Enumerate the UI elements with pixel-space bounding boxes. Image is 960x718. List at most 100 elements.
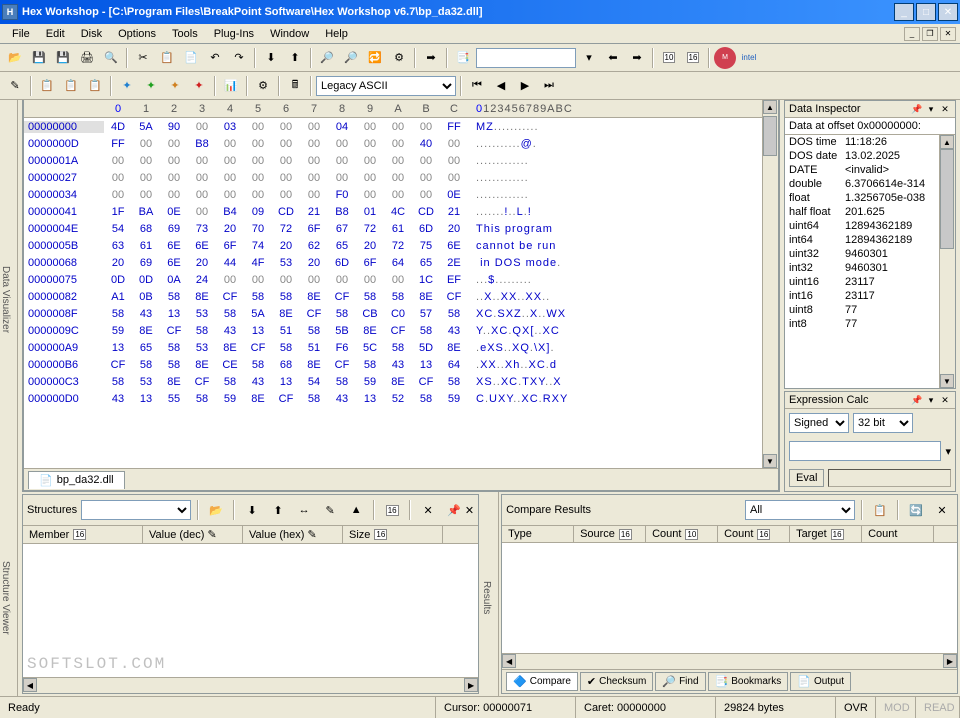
pin-icon[interactable]: 📌: [447, 504, 461, 517]
compare-col[interactable]: Count: [862, 526, 934, 542]
inspector-list[interactable]: DOS time11:18:26DOS date13.02.2025DATE<i…: [785, 135, 955, 388]
compare-col[interactable]: Target 16: [790, 526, 862, 542]
expr-input[interactable]: [789, 441, 941, 461]
inspector-row[interactable]: int6412894362189: [785, 233, 955, 247]
mdi-close-button[interactable]: ✕: [940, 27, 956, 41]
print-button[interactable]: 🖨: [76, 47, 98, 69]
scroll-up-button[interactable]: ▲: [763, 100, 777, 114]
copy-button[interactable]: 📋: [156, 47, 178, 69]
expr-sign-select[interactable]: Signed: [789, 413, 849, 433]
structure-viewer-tab[interactable]: Structure Viewer: [0, 492, 18, 696]
struct-hscroll[interactable]: ◀▶: [23, 677, 478, 693]
panel-close-button[interactable]: ✕: [465, 504, 474, 517]
replace-button[interactable]: 🔁: [364, 47, 386, 69]
compare-copy-button[interactable]: 📋: [869, 499, 891, 521]
menu-tools[interactable]: Tools: [164, 26, 206, 42]
hex-editor[interactable]: 0123456789ABC 0123456789ABC 000000004D5A…: [22, 100, 780, 492]
struct-col[interactable]: Value (hex) ✎: [243, 526, 343, 543]
expr-bits-select[interactable]: 32 bit: [853, 413, 913, 433]
results-tab-find[interactable]: 🔎 Find: [655, 672, 705, 691]
panel-menu-button[interactable]: ▾: [925, 394, 937, 406]
nav-last-button[interactable]: ⏭: [538, 75, 560, 97]
results-tab-compare[interactable]: 🔷 Compare: [506, 672, 578, 691]
hex-row[interactable]: 0000005B63616E6E6F742062652072756Ecannot…: [24, 237, 762, 254]
nav-next-button[interactable]: ▶: [514, 75, 536, 97]
hex-row[interactable]: 0000004E546869732070726F6772616D20This p…: [24, 220, 762, 237]
save-button[interactable]: 💾: [28, 47, 50, 69]
preview-button[interactable]: 🔍: [100, 47, 122, 69]
hex-row[interactable]: 000000750D0D0A24000000000000001CEF...$..…: [24, 271, 762, 288]
hex-body[interactable]: 000000004D5A90000300000004000000FFMZ....…: [24, 118, 762, 468]
struct-d-button[interactable]: ✎: [319, 499, 341, 521]
mdi-restore-button[interactable]: ❐: [922, 27, 938, 41]
scroll-down-button[interactable]: ▼: [940, 374, 954, 388]
copy-text-button[interactable]: 📋: [60, 75, 82, 97]
hex-row[interactable]: 0000006820696E20444F53206D6F64652E in DO…: [24, 254, 762, 271]
tool-d-button[interactable]: 📑: [452, 47, 474, 69]
copy-c-button[interactable]: 📋: [84, 75, 106, 97]
hex-row[interactable]: 000000B6CF58588ECE58688ECF58431364.XX..X…: [24, 356, 762, 373]
hex-row[interactable]: 000000D043135558598ECF584313525859C.UXY.…: [24, 390, 762, 407]
inspector-row[interactable]: half float201.625: [785, 205, 955, 219]
inspector-row[interactable]: DOS date13.02.2025: [785, 149, 955, 163]
inspector-row[interactable]: uint1623117: [785, 275, 955, 289]
panel-close-button[interactable]: ✕: [939, 394, 951, 406]
tool-a-button[interactable]: ⬇: [260, 47, 282, 69]
pin-icon[interactable]: 📌: [911, 394, 923, 406]
cut-button[interactable]: ✂: [132, 47, 154, 69]
eval-button[interactable]: Eval: [789, 469, 824, 487]
hex-row[interactable]: 0000002700000000000000000000000000......…: [24, 169, 762, 186]
inspector-row[interactable]: DATE<invalid>: [785, 163, 955, 177]
hex-row[interactable]: 000000A9136558538ECF5851F65C585D8E.eXS..…: [24, 339, 762, 356]
hex-row[interactable]: 000000C358538ECF5843135458598ECF58XS..XC…: [24, 373, 762, 390]
nav-prev-button[interactable]: ◀: [490, 75, 512, 97]
minimize-button[interactable]: _: [894, 3, 914, 21]
hex-vscroll[interactable]: ▲ ▼: [762, 100, 778, 468]
panel-menu-button[interactable]: ▾: [925, 103, 937, 115]
saveall-button[interactable]: 💾: [52, 47, 74, 69]
op-d-button[interactable]: ✦: [188, 75, 210, 97]
opt-hex-button[interactable]: 16: [682, 47, 704, 69]
inspector-row[interactable]: int329460301: [785, 261, 955, 275]
encoding-select[interactable]: Legacy ASCII: [316, 76, 456, 96]
find-button[interactable]: 🔎: [316, 47, 338, 69]
inspector-row[interactable]: double6.3706614e-314: [785, 177, 955, 191]
close-button[interactable]: ✕: [938, 3, 958, 21]
compare-col[interactable]: Type: [502, 526, 574, 542]
compare-hscroll[interactable]: ◀▶: [502, 653, 957, 669]
data-visualizer-tab[interactable]: Data Visualizer: [0, 100, 18, 492]
edit-icon[interactable]: ✎: [4, 75, 26, 97]
nav-first-button[interactable]: ⏮: [466, 75, 488, 97]
results-tab-output[interactable]: 📄 Output: [790, 672, 851, 691]
compare-col[interactable]: Source 16: [574, 526, 646, 542]
op-a-button[interactable]: ✦: [116, 75, 138, 97]
inspector-row[interactable]: float1.3256705e-038: [785, 191, 955, 205]
opt-dec-button[interactable]: 10: [658, 47, 680, 69]
hex-row[interactable]: 000000004D5A90000300000004000000FFMZ....…: [24, 118, 762, 135]
search-back-button[interactable]: ⬅: [602, 47, 624, 69]
struct-del-button[interactable]: ✕: [417, 499, 439, 521]
hex-row[interactable]: 000000411FBA0E00B409CD21B8014CCD21......…: [24, 203, 762, 220]
inspector-row[interactable]: int877: [785, 317, 955, 331]
menu-help[interactable]: Help: [317, 26, 356, 42]
expr-dropdown-button[interactable]: ▾: [945, 445, 951, 458]
maximize-button[interactable]: □: [916, 3, 936, 21]
compare-refresh-button[interactable]: 🔄: [905, 499, 927, 521]
hex-row[interactable]: 0000008F58431353585A8ECF58CBC05758XC.SXZ…: [24, 305, 762, 322]
compare-filter-select[interactable]: All: [745, 500, 855, 520]
inspector-scroll[interactable]: ▲ ▼: [939, 135, 955, 388]
op-b-button[interactable]: ✦: [140, 75, 162, 97]
copy-hex-button[interactable]: 📋: [36, 75, 58, 97]
menu-edit[interactable]: Edit: [38, 26, 73, 42]
panel-close-button[interactable]: ✕: [939, 103, 951, 115]
paste-button[interactable]: 📄: [180, 47, 202, 69]
compare-col[interactable]: Count 16: [718, 526, 790, 542]
gear-button[interactable]: ⚙: [252, 75, 274, 97]
structures-body[interactable]: SOFTSLOT.COM: [23, 544, 478, 677]
struct-col[interactable]: Size 16: [343, 526, 443, 543]
hex-row[interactable]: 0000000DFF0000B8000000000000004000......…: [24, 135, 762, 152]
inspector-row[interactable]: DOS time11:18:26: [785, 135, 955, 149]
struct-col[interactable]: Member 16: [23, 526, 143, 543]
file-tab[interactable]: 📄 bp_da32.dll: [28, 471, 125, 489]
struct-col[interactable]: Value (dec) ✎: [143, 526, 243, 543]
